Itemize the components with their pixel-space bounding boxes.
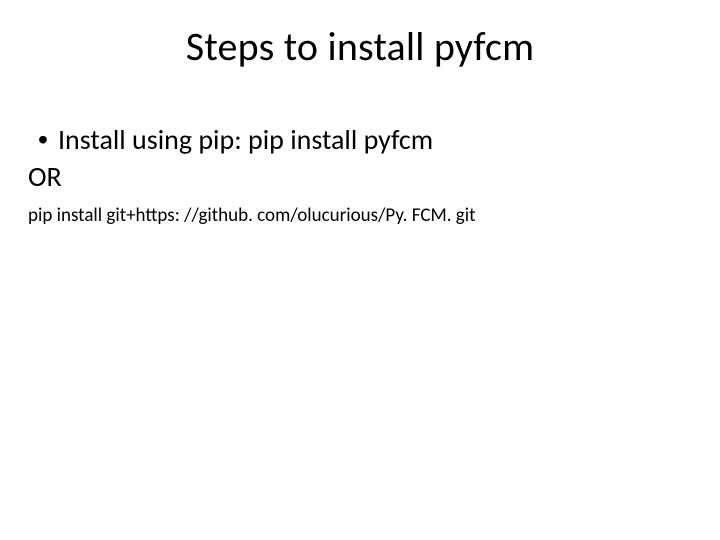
- slide-body: • Install using pip: pip install pyfcm O…: [28, 122, 692, 227]
- bullet-text: Install using pip: pip install pyfcm: [58, 122, 433, 157]
- or-label: OR: [28, 159, 692, 194]
- slide-title: Steps to install pyfcm: [0, 22, 720, 71]
- alt-install-command: pip install git+https: //github. com/olu…: [28, 204, 692, 227]
- slide: Steps to install pyfcm • Install using p…: [0, 0, 720, 540]
- bullet-item-1: • Install using pip: pip install pyfcm: [28, 122, 692, 157]
- bullet-marker-icon: •: [28, 122, 58, 156]
